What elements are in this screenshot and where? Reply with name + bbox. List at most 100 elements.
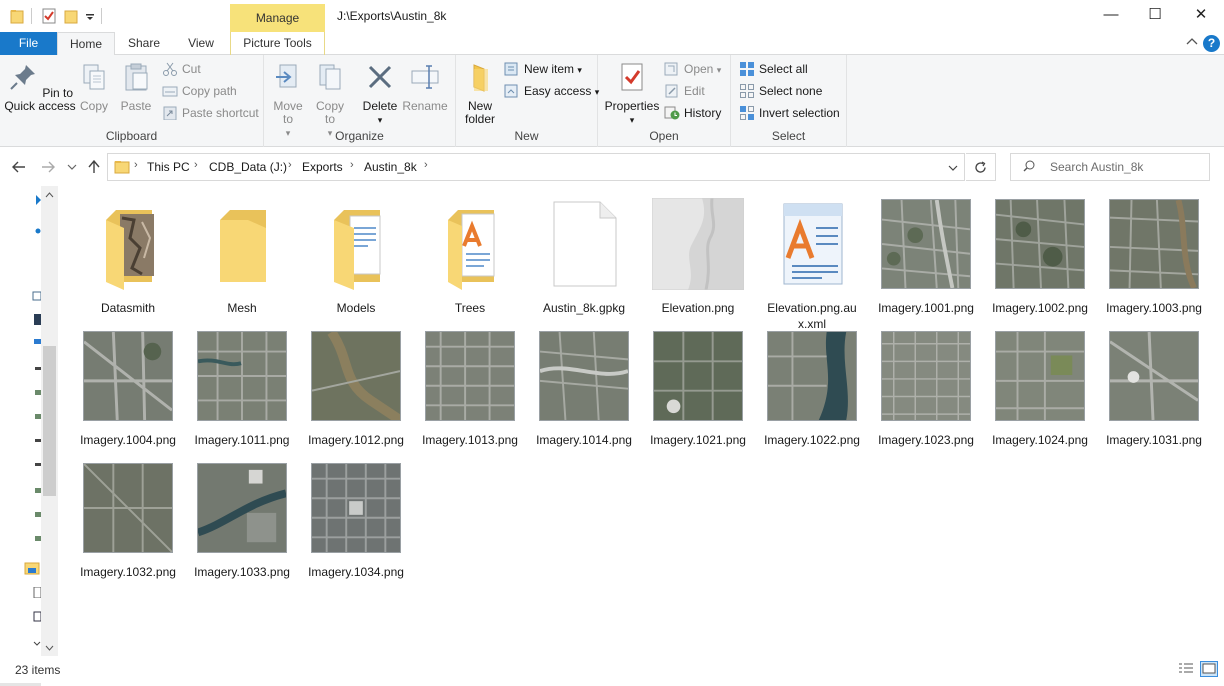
paste-button[interactable]: Paste — [116, 61, 156, 113]
edit-button[interactable]: Edit — [664, 81, 705, 101]
large-icons-view-button[interactable] — [1200, 661, 1218, 677]
list-item[interactable]: Imagery.1024.png — [983, 330, 1097, 448]
collapse-ribbon-icon[interactable] — [1186, 36, 1198, 46]
scroll-down-icon[interactable] — [45, 645, 54, 651]
new-item-button[interactable]: New item ▾ — [504, 59, 582, 79]
list-item[interactable]: Imagery.1012.png — [299, 329, 413, 448]
breadcrumb-this-pc[interactable]: This PC — [147, 160, 190, 174]
list-item[interactable]: Imagery.1023.png — [869, 330, 983, 448]
drive-icon[interactable] — [32, 363, 41, 374]
list-item[interactable]: Datasmith — [71, 198, 185, 316]
list-item[interactable]: Imagery.1001.png — [869, 198, 983, 316]
list-item[interactable]: Imagery.1021.png — [641, 330, 755, 448]
manage-tab[interactable]: Manage — [230, 4, 325, 32]
this-pc-icon[interactable] — [32, 291, 41, 302]
drive-icon[interactable] — [32, 509, 41, 520]
move-to-icon — [276, 64, 297, 88]
up-arrow-icon[interactable] — [88, 160, 100, 174]
forward-arrow-icon[interactable] — [41, 160, 55, 174]
copy-icon — [83, 64, 105, 90]
invert-selection-label: Invert selection — [759, 106, 840, 120]
list-item[interactable]: Imagery.1031.png — [1097, 330, 1211, 448]
history-icon — [664, 106, 680, 120]
network-folder-icon[interactable] — [24, 561, 40, 575]
address-dropdown-icon[interactable] — [948, 164, 958, 172]
drive-icon[interactable] — [32, 387, 41, 398]
invert-selection-button[interactable]: Invert selection — [739, 103, 840, 123]
aerial-image-thumbnail — [767, 331, 857, 421]
select-all-button[interactable]: Select all — [739, 59, 808, 79]
list-item[interactable]: Imagery.1022.png — [755, 330, 869, 448]
desktop-icon[interactable] — [32, 337, 41, 348]
back-arrow-icon[interactable] — [12, 160, 26, 174]
list-item[interactable]: Imagery.1034.png — [299, 462, 413, 580]
tab-view[interactable]: View — [173, 32, 229, 55]
pin-to-quick-access-button[interactable]: Pin to Quick access — [4, 61, 76, 113]
breadcrumb-exports[interactable]: Exports — [302, 160, 343, 174]
breadcrumb-austin[interactable]: Austin_8k — [364, 160, 417, 174]
copy-path-button[interactable]: Copy path — [162, 81, 237, 101]
refresh-button[interactable] — [966, 153, 996, 181]
document-icon[interactable] — [32, 587, 41, 598]
drive-icon[interactable] — [32, 533, 41, 544]
tab-home[interactable]: Home — [57, 32, 115, 56]
new-folder-icon[interactable] — [64, 8, 78, 24]
scissors-icon — [163, 62, 177, 76]
list-item[interactable]: Austin_8k.gpkg — [527, 198, 641, 316]
history-button[interactable]: History — [664, 103, 721, 123]
onedrive-icon[interactable] — [32, 225, 41, 236]
search-input[interactable]: Search Austin_8k — [1010, 153, 1210, 181]
customize-qat-icon[interactable] — [85, 8, 95, 24]
copy-button[interactable]: Copy — [76, 61, 112, 113]
item-name: Imagery.1004.png — [80, 433, 176, 447]
easy-access-button[interactable]: Easy access ▾ — [504, 81, 599, 101]
nav-pane-scrollbar[interactable] — [41, 186, 58, 656]
list-item[interactable]: Imagery.1032.png — [71, 462, 185, 580]
recent-locations-icon[interactable] — [67, 163, 77, 171]
list-item[interactable]: Elevation.png — [641, 197, 755, 316]
scrollbar-thumb[interactable] — [43, 346, 56, 496]
paste-shortcut-button[interactable]: Paste shortcut — [162, 103, 259, 123]
list-item[interactable]: Imagery.1014.png — [527, 330, 641, 448]
delete-button[interactable]: Delete ▾ — [360, 61, 400, 127]
list-item[interactable]: Imagery.1011.png — [185, 330, 299, 448]
breadcrumb-drive[interactable]: CDB_Data (J:) — [209, 160, 287, 174]
list-item[interactable]: Mesh — [185, 198, 299, 316]
properties-button[interactable]: Properties ▾ — [604, 61, 660, 127]
3d-objects-icon[interactable] — [32, 314, 41, 325]
list-item[interactable]: Models — [299, 198, 413, 316]
chevron-down-icon[interactable] — [32, 638, 41, 649]
new-folder-button[interactable]: New folder — [460, 61, 500, 126]
tab-share[interactable]: Share — [115, 32, 173, 55]
item-name: Datasmith — [100, 301, 156, 315]
list-item[interactable]: Imagery.1003.png — [1097, 198, 1211, 316]
minimize-button[interactable]: — — [1088, 0, 1134, 30]
list-item[interactable]: Imagery.1013.png — [413, 330, 527, 448]
folder-icon — [334, 210, 381, 290]
close-button[interactable]: ✕ — [1178, 0, 1224, 30]
drive-icon[interactable] — [32, 485, 41, 496]
drive-icon[interactable] — [32, 411, 41, 422]
select-none-button[interactable]: Select none — [739, 81, 822, 101]
rename-button[interactable]: Rename — [402, 61, 448, 113]
cut-button[interactable]: Cut — [162, 59, 201, 79]
address-bar[interactable]: › This PC › CDB_Data (J:) › Exports › Au… — [107, 153, 965, 181]
open-button[interactable]: Open ▾ — [664, 59, 721, 79]
drive-icon[interactable] — [32, 435, 41, 446]
help-icon[interactable]: ? — [1203, 35, 1220, 52]
list-item[interactable]: Imagery.1004.png — [71, 330, 185, 448]
document-icon[interactable] — [32, 611, 41, 622]
maximize-button[interactable]: ☐ — [1132, 0, 1178, 30]
drive-icon[interactable] — [32, 459, 41, 470]
tab-picture-tools[interactable]: Picture Tools — [230, 32, 325, 55]
scroll-up-icon[interactable] — [45, 192, 54, 198]
list-item[interactable]: Imagery.1002.png — [983, 198, 1097, 316]
easy-access-icon — [504, 84, 518, 98]
properties-icon[interactable] — [42, 8, 56, 24]
list-item[interactable]: Elevation.png.aux.xml — [755, 198, 869, 332]
list-item[interactable]: Imagery.1033.png — [185, 462, 299, 580]
list-item[interactable]: Trees — [413, 198, 527, 316]
quick-access-icon[interactable] — [32, 195, 41, 206]
tab-file[interactable]: File — [0, 32, 57, 55]
details-view-icon[interactable] — [1178, 662, 1194, 676]
